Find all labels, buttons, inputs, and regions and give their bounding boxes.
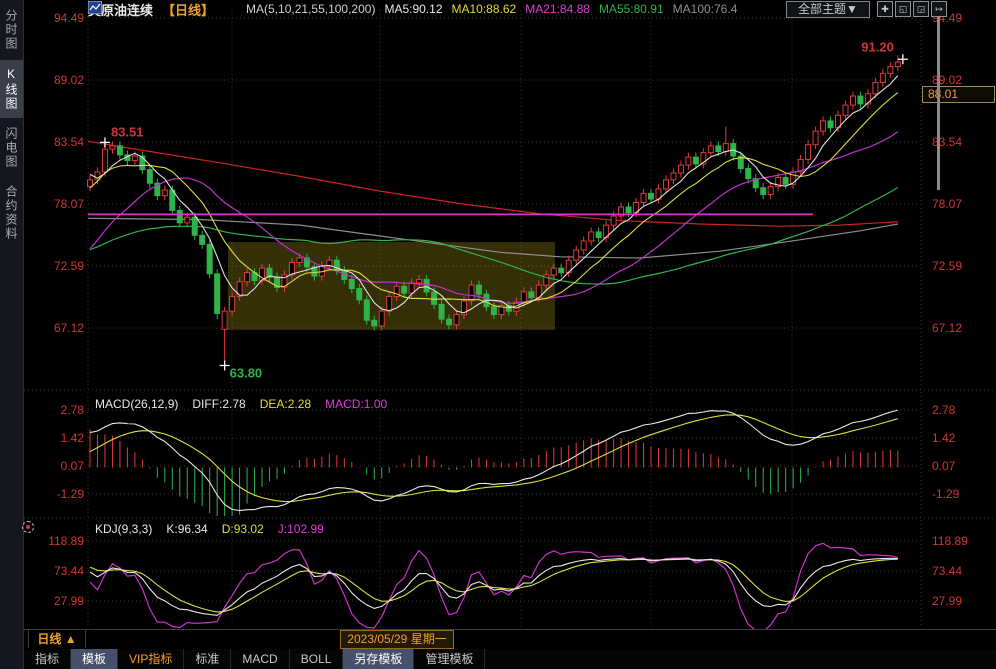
kdj-k-value: K:96.34 <box>166 522 207 536</box>
svg-text:91.20: 91.20 <box>861 39 894 54</box>
tab-indicators[interactable]: 指标 <box>24 649 71 669</box>
svg-text:72.59: 72.59 <box>932 259 962 273</box>
fit-right-icon[interactable]: ◲ <box>913 1 929 17</box>
svg-text:73.44: 73.44 <box>932 564 962 578</box>
ma10-value: MA10:88.62 <box>452 2 517 16</box>
svg-text:1.42: 1.42 <box>932 431 956 445</box>
tab-manage-template[interactable]: 管理模板 <box>414 649 485 669</box>
macd-title: MACD(26,12,9) <box>95 397 178 411</box>
period-arrow-icon: ▲ <box>65 632 77 646</box>
ma21-value: MA21:84.88 <box>525 2 590 16</box>
svg-text:118.89: 118.89 <box>48 534 84 548</box>
sidebar-item-lightning-chart[interactable]: 闪电图 <box>0 120 23 176</box>
tab-save-template[interactable]: 另存模板 <box>343 649 414 669</box>
tab-macd[interactable]: MACD <box>231 649 289 669</box>
svg-text:73.44: 73.44 <box>54 564 84 578</box>
current-price-tag: 88.01 <box>922 86 995 103</box>
kdj-j-value: J:102.99 <box>278 522 324 536</box>
svg-text:67.12: 67.12 <box>932 321 962 335</box>
svg-text:83.54: 83.54 <box>54 135 84 149</box>
macd-histogram <box>90 429 898 516</box>
ma-params-label: MA(5,10,21,55,100,200) <box>246 2 375 16</box>
selected-date-box: 2023/05/29 星期一 <box>340 630 454 649</box>
fit-left-icon[interactable]: ◱ <box>895 1 911 17</box>
svg-text:63.80: 63.80 <box>230 366 263 381</box>
kdj-d-value: D:93.02 <box>222 522 264 536</box>
svg-text:-1.29: -1.29 <box>932 487 960 501</box>
kdj-settings-icon[interactable] <box>22 521 34 533</box>
bottom-toolbar: 指标 模板 VIP指标 标准 MACD BOLL 另存模板 管理模板 <box>24 649 996 669</box>
page-forward-icon[interactable]: ↦ <box>931 1 947 17</box>
tab-vip-indicators[interactable]: VIP指标 <box>118 649 184 669</box>
ma5-value: MA5:90.12 <box>384 2 442 16</box>
sidebar-item-time-chart[interactable]: 分时图 <box>0 2 23 58</box>
kdj-lines <box>90 543 898 632</box>
pan-icon[interactable]: ✚ <box>877 1 893 17</box>
svg-text:0.07: 0.07 <box>932 459 956 473</box>
left-sidebar: 分时图 K线图 闪电图 合约资料 <box>0 0 24 669</box>
theme-dropdown-button[interactable]: 全部主题▼ <box>786 1 870 18</box>
svg-text:94.49: 94.49 <box>54 11 84 25</box>
chart-header: 美原油连续 【日线】 MA(5,10,21,55,100,200) MA5:90… <box>88 1 737 17</box>
period-tag: 【日线】 <box>162 0 214 19</box>
tab-templates[interactable]: 模板 <box>71 649 118 669</box>
date-axis-row: 日线 ▲ 2023/05/29 星期一 <box>24 629 996 650</box>
svg-text:118.89: 118.89 <box>932 534 968 548</box>
candlesticks <box>88 55 901 365</box>
kdj-title: KDJ(9,3,3) <box>95 522 152 536</box>
sidebar-item-kline-chart[interactable]: K线图 <box>0 60 23 118</box>
svg-text:1.42: 1.42 <box>61 431 85 445</box>
ma100-value: MA100:76.4 <box>673 2 738 16</box>
header-toolbar: ✚ ◱ ◲ ↦ <box>877 1 947 17</box>
period-selector[interactable]: 日线 ▲ <box>28 630 86 648</box>
svg-text:27.99: 27.99 <box>54 594 84 608</box>
svg-text:67.12: 67.12 <box>54 321 84 335</box>
right-scrollbar-thumb[interactable] <box>937 8 940 190</box>
kdj-label-row: KDJ(9,3,3) K:96.34 D:93.02 J:102.99 <box>95 522 324 536</box>
svg-text:0.07: 0.07 <box>61 459 85 473</box>
tab-boll[interactable]: BOLL <box>290 649 344 669</box>
svg-text:-1.29: -1.29 <box>57 487 85 501</box>
sidebar-item-contract-info[interactable]: 合约资料 <box>0 178 23 248</box>
svg-text:83.51: 83.51 <box>111 124 144 139</box>
svg-text:27.99: 27.99 <box>932 594 962 608</box>
macd-axis-labels: 2.78 2.78 1.42 1.42 0.07 0.07 -1.29 -1.29 <box>57 403 960 501</box>
tab-standard[interactable]: 标准 <box>184 649 231 669</box>
macd-dea-value: DEA:2.28 <box>260 397 311 411</box>
chart-type-icon[interactable] <box>223 3 237 16</box>
svg-text:78.07: 78.07 <box>54 197 84 211</box>
macd-diff-value: DIFF:2.78 <box>192 397 245 411</box>
chart-window: 分时图 K线图 闪电图 合约资料 美原油连续 【日线】 MA(5,10,21,5… <box>0 0 996 669</box>
macd-label-row: MACD(26,12,9) DIFF:2.78 DEA:2.28 MACD:1.… <box>95 397 387 411</box>
svg-text:72.59: 72.59 <box>54 259 84 273</box>
svg-text:89.02: 89.02 <box>54 73 84 87</box>
svg-text:78.07: 78.07 <box>932 197 962 211</box>
ma55-value: MA55:80.91 <box>599 2 664 16</box>
svg-text:2.78: 2.78 <box>932 403 956 417</box>
macd-macd-value: MACD:1.00 <box>325 397 387 411</box>
chart-canvas[interactable]: 94.4994.4989.0289.0283.5483.5478.0778.07… <box>0 0 996 669</box>
svg-text:2.78: 2.78 <box>61 403 85 417</box>
macd-lines <box>90 410 898 511</box>
